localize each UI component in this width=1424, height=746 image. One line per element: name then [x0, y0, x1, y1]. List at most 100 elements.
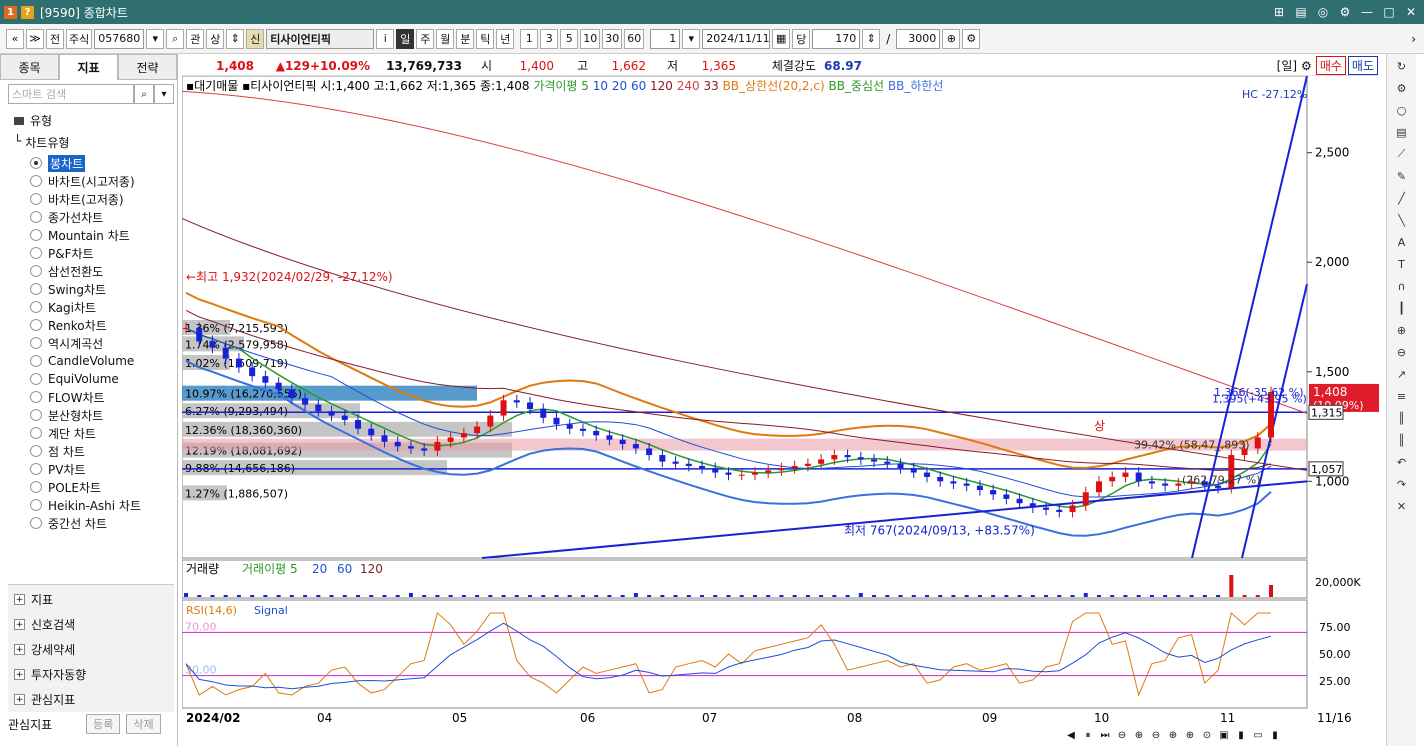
status-button[interactable]: ◀: [1064, 730, 1078, 741]
code-input[interactable]: 057680: [94, 28, 145, 49]
radio-icon[interactable]: [30, 301, 42, 313]
minute-button[interactable]: 5: [560, 28, 579, 49]
status-button[interactable]: ⊙: [1200, 730, 1214, 741]
expand-icon[interactable]: +: [14, 644, 25, 655]
period-button[interactable]: 주: [416, 28, 435, 49]
radio-icon[interactable]: [30, 211, 42, 223]
status-button[interactable]: ⏭: [1098, 730, 1112, 741]
radio-icon[interactable]: [30, 265, 42, 277]
maximize-icon[interactable]: □: [1380, 3, 1398, 21]
section-item[interactable]: + 관심지표: [8, 687, 174, 712]
status-button[interactable]: ⊕: [1132, 730, 1146, 741]
info-button[interactable]: i: [376, 28, 395, 49]
radio-icon[interactable]: [30, 229, 42, 241]
status-button[interactable]: ⊖: [1149, 730, 1163, 741]
radio-icon[interactable]: [30, 391, 42, 403]
radio-icon[interactable]: [30, 445, 42, 457]
expand-icon[interactable]: ›: [1411, 32, 1416, 46]
chart-type-item[interactable]: Kagi차트: [14, 298, 141, 316]
chart-type-item[interactable]: POLE차트: [14, 478, 141, 496]
radio-icon[interactable]: [30, 283, 42, 295]
undo-icon[interactable]: ↶: [1392, 452, 1412, 472]
radio-icon[interactable]: [30, 175, 42, 187]
minimize-icon[interactable]: —: [1358, 3, 1376, 21]
search-dropdown-icon[interactable]: ▾: [154, 84, 174, 104]
search-icon[interactable]: ⌕: [134, 84, 154, 104]
dropdown-button[interactable]: ≫: [26, 28, 44, 49]
radio-icon[interactable]: [30, 193, 42, 205]
gear-icon[interactable]: ⚙: [1301, 59, 1312, 73]
chart-type-item[interactable]: 중간선 차트: [14, 514, 141, 532]
radio-icon[interactable]: [30, 463, 42, 475]
minute-button[interactable]: 3: [540, 28, 559, 49]
redo-icon[interactable]: ↷: [1392, 474, 1412, 494]
minute-button[interactable]: 30: [602, 28, 623, 49]
radio-icon[interactable]: [30, 157, 42, 169]
chart-type-item[interactable]: 바차트(시고저종): [14, 172, 141, 190]
smart-search-input[interactable]: 스마트 검색: [8, 84, 134, 104]
calendar-icon[interactable]: ▦: [772, 28, 791, 49]
expand-icon[interactable]: +: [14, 669, 25, 680]
chart-area[interactable]: 1.36% (7,215,593)1.74% (2,579,958)1.02% …: [182, 76, 1382, 736]
status-button[interactable]: ⊖: [1115, 730, 1129, 741]
chart-type-item[interactable]: 봉차트: [14, 154, 141, 172]
zoom-icon[interactable]: ⊕: [1392, 320, 1412, 340]
radio-icon[interactable]: [30, 319, 42, 331]
close-icon[interactable]: ✕: [1402, 3, 1420, 21]
capture-icon[interactable]: ◎: [1314, 3, 1332, 21]
expand-icon[interactable]: +: [14, 619, 25, 630]
chart-icon[interactable]: ▤: [1392, 122, 1412, 142]
gwan-button[interactable]: 관: [186, 28, 205, 49]
expand-icon[interactable]: +: [14, 694, 25, 705]
section-item[interactable]: + 지표: [8, 587, 174, 612]
chart-type-item[interactable]: EquiVolume: [14, 370, 141, 388]
section-item[interactable]: + 신호검색: [8, 612, 174, 637]
section-item[interactable]: + 강세약세: [8, 637, 174, 662]
chart-type-item[interactable]: Mountain 차트: [14, 226, 141, 244]
status-button[interactable]: ▭: [1251, 730, 1265, 741]
status-button[interactable]: ⏸: [1081, 730, 1095, 741]
chart-type-item[interactable]: Heikin-Ashi 차트: [14, 496, 141, 514]
chart-type-item[interactable]: 역시계곡선: [14, 334, 141, 352]
magnet-icon[interactable]: ∩: [1392, 276, 1412, 296]
register-button[interactable]: 등록: [86, 714, 121, 734]
radio-icon[interactable]: [30, 481, 42, 493]
spin-button[interactable]: ⇕: [226, 28, 245, 49]
memo-icon[interactable]: ▤: [1292, 3, 1310, 21]
period-button[interactable]: 월: [436, 28, 455, 49]
zoom-icon[interactable]: ⊕: [942, 28, 961, 49]
help-icon[interactable]: ?: [21, 5, 34, 19]
radio-icon[interactable]: [30, 337, 42, 349]
chart-type-item[interactable]: 계단 차트: [14, 424, 141, 442]
chart-type-item[interactable]: 분산형차트: [14, 406, 141, 424]
chart-type-item[interactable]: 종가선차트: [14, 208, 141, 226]
chart-type-item[interactable]: 삼선전환도: [14, 262, 141, 280]
circle-icon[interactable]: ○: [1392, 100, 1412, 120]
tree-group[interactable]: 유형: [14, 112, 52, 129]
candle-icon[interactable]: ┃: [1392, 298, 1412, 318]
chart-type-item[interactable]: CandleVolume: [14, 352, 141, 370]
left-tab[interactable]: 지표: [59, 54, 118, 80]
period-button[interactable]: 일: [396, 28, 415, 49]
market-select[interactable]: 주식: [66, 28, 93, 49]
minute-button[interactable]: 10: [580, 28, 601, 49]
period-button[interactable]: 분: [456, 28, 475, 49]
chart-type-item[interactable]: Renko차트: [14, 316, 141, 334]
sin-badge[interactable]: 신: [246, 28, 265, 49]
status-button[interactable]: ▣: [1217, 730, 1231, 741]
radio-icon[interactable]: [30, 373, 42, 385]
link-icon[interactable]: ⊞: [1270, 3, 1288, 21]
radio-icon[interactable]: [30, 247, 42, 259]
line2-icon[interactable]: ╱: [1392, 188, 1412, 208]
minute-button[interactable]: 60: [624, 28, 645, 49]
expand-icon[interactable]: +: [14, 594, 25, 605]
date-input[interactable]: 2024/11/11: [702, 28, 771, 49]
radio-icon[interactable]: [30, 355, 42, 367]
bars-icon[interactable]: ║: [1392, 408, 1412, 428]
radio-icon[interactable]: [30, 427, 42, 439]
left-tab[interactable]: 전략: [118, 54, 177, 80]
dang-button[interactable]: 당: [792, 28, 811, 49]
zoom-out-icon[interactable]: ⊖: [1392, 342, 1412, 362]
code-dropdown[interactable]: ▾: [146, 28, 165, 49]
radio-icon[interactable]: [30, 409, 42, 421]
